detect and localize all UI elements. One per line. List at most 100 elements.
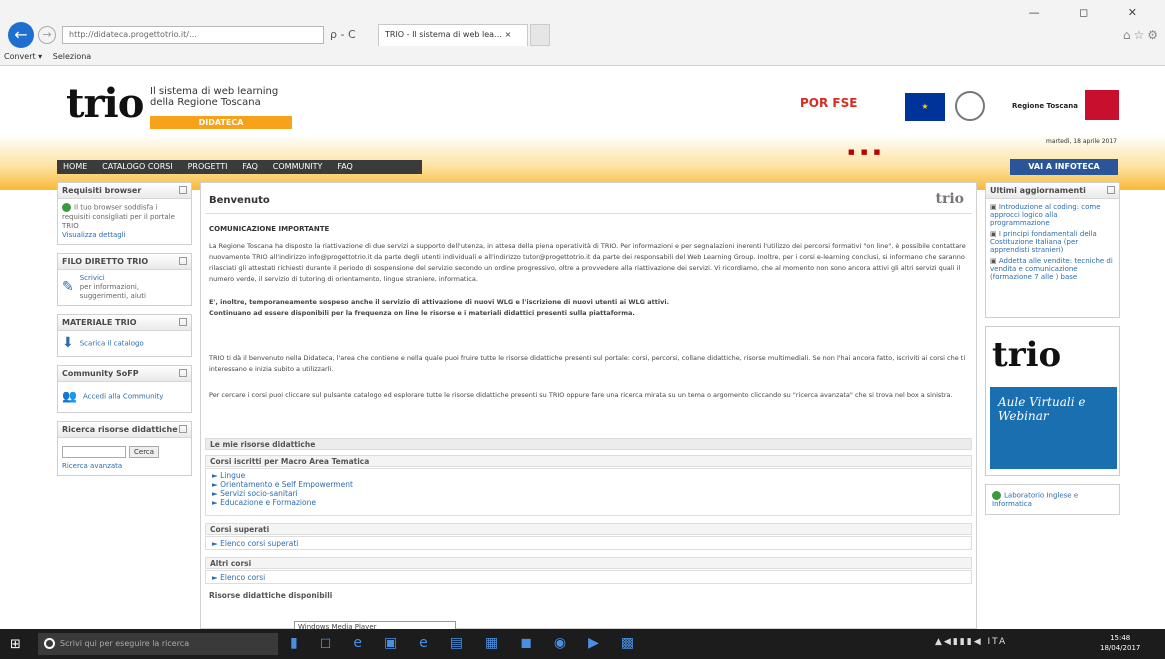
system-tray[interactable]: ▲◀▮▮▮◀ ITA [935, 637, 1007, 647]
elenco-superati-link[interactable]: ► Elenco corsi superati [212, 539, 965, 548]
site-subtitle: Il sistema di web learning della Regione… [150, 86, 278, 108]
clock-date: 18/04/2017 [1100, 644, 1141, 652]
news-item[interactable]: Introduzione al coding: come approcci lo… [990, 203, 1115, 227]
filo-text: per informazioni, suggerimenti, aiuti [79, 282, 146, 300]
mie-risorse-header: Le mie risorse didattiche [205, 438, 972, 450]
menu-catalogo[interactable]: CATALOGO CORSI [96, 160, 179, 173]
area-label[interactable]: Educazione e Formazione [220, 498, 316, 507]
por-fse-logo: POR FSE [800, 96, 857, 110]
new-tab-button[interactable] [530, 24, 550, 46]
check-icon [992, 491, 1001, 500]
subtitle-line1: Il sistema di web learning [150, 86, 279, 97]
ricerca-title: Ricerca risorse didattiche [58, 421, 191, 438]
search-input[interactable] [62, 445, 126, 458]
taskbar-search[interactable]: Scrivi qui per eseguire la ricerca [38, 633, 278, 655]
taskbar: ⊞ Scrivi qui per eseguire la ricerca ▮◻e… [0, 629, 1165, 659]
community-title-text: Community SoFP [62, 369, 139, 378]
regione-toscana-label: Regione Toscana [1012, 102, 1078, 110]
check-icon [62, 203, 71, 212]
aule-text: Aule Virtuali e Webinar [990, 387, 1117, 469]
materiale-box: MATERIALE TRIO ⬇ Scarica il catalogo [57, 313, 192, 357]
divider [205, 213, 972, 214]
community-title: Community SoFP [58, 366, 191, 382]
news-item[interactable]: Addetta alle vendite: tecniche di vendit… [990, 257, 1115, 281]
area-item[interactable]: ► Lingue [212, 471, 965, 480]
requisiti-link[interactable]: Visualizza dettagli [62, 231, 126, 239]
news-item[interactable]: I principi fondamentali della Costituzio… [990, 230, 1115, 254]
language-flags-icon[interactable]: ■ ■ ■ [848, 148, 882, 156]
site-header: trio Il sistema di web learning della Re… [0, 66, 1165, 190]
forward-arrow-icon[interactable]: → [38, 26, 56, 44]
lab-link[interactable]: Laboratorio Inglese e Informatica [992, 492, 1078, 509]
taskbar-search-placeholder: Scrivi qui per eseguire la ricerca [60, 639, 190, 648]
infoteca-button[interactable]: VAI A INFOTECA [1010, 159, 1118, 175]
main-menu: HOME CATALOGO CORSI PROGETTI FAQ COMMUNI… [57, 160, 422, 174]
materiale-title-text: MATERIALE TRIO [62, 317, 137, 327]
collapse-icon[interactable] [179, 424, 187, 433]
risorse-disponibili-header: Risorse didattiche disponibili [205, 590, 972, 602]
filo-title: FILO DIRETTO TRIO [58, 253, 191, 270]
news-box: Ultimi aggiornamenti Introduzione al cod… [985, 182, 1120, 318]
advanced-search-link[interactable]: Ricerca avanzata [62, 462, 122, 470]
requisiti-text: Il tuo browser soddisfa i requisiti cons… [62, 203, 175, 230]
news-title-text: Ultimi aggiornamenti [990, 186, 1086, 195]
menu-home[interactable]: HOME [57, 160, 93, 173]
browser-chrome: ← → http://didateca.progettotrio.it/… ρ … [0, 0, 1165, 66]
area-item[interactable]: ► Educazione e Formazione [212, 498, 965, 507]
altri-list: ► Elenco corsi [205, 570, 972, 584]
trio-logo[interactable]: trio [66, 80, 144, 127]
aule-logo: trio [992, 335, 1062, 375]
area-label[interactable]: Servizi socio-sanitari [220, 489, 298, 498]
area-label[interactable]: Lingue [220, 471, 245, 480]
filo-title-text: FILO DIRETTO TRIO [62, 256, 149, 266]
web-page: trio Il sistema di web learning della Re… [0, 66, 1165, 629]
regione-flag-icon [1085, 90, 1119, 120]
didateca-label: DIDATECA [150, 116, 292, 129]
back-arrow-icon[interactable]: ← [8, 22, 34, 48]
search-button[interactable]: Cerca [129, 445, 160, 458]
windows-start-icon[interactable]: ⊞ [10, 637, 21, 652]
lab-box[interactable]: Laboratorio Inglese e Informatica [985, 484, 1120, 515]
area-item[interactable]: ► Orientamento e Self Empowerment [212, 480, 965, 489]
download-icon: ⬇ [62, 334, 74, 351]
notice-paragraph-3: Continuano ad essere disponibili per la … [209, 309, 635, 317]
taskbar-clock[interactable]: 15:48 18/04/2017 [1100, 633, 1140, 653]
elenco-corsi-label[interactable]: Elenco corsi [220, 573, 265, 582]
right-sidebar: Ultimi aggiornamenti Introduzione al cod… [985, 182, 1120, 523]
collapse-icon[interactable] [179, 369, 187, 377]
menu-faq-2[interactable]: FAQ [331, 160, 359, 173]
window-controls[interactable]: — ◻ ✕ [1029, 6, 1155, 19]
favorite-convert[interactable]: Convert ▾ [4, 52, 42, 61]
filo-box: FILO DIRETTO TRIO ✎ Scrivici per informaz… [57, 252, 192, 306]
requisiti-title-text: Requisiti browser [62, 186, 142, 195]
filo-link[interactable]: Scrivici [80, 274, 105, 282]
menu-progetti[interactable]: PROGETTI [182, 160, 234, 173]
news-title: Ultimi aggiornamenti [986, 183, 1119, 199]
ricerca-title-text: Ricerca risorse didattiche [62, 424, 178, 434]
collapse-icon[interactable] [1107, 186, 1115, 194]
tray-lang[interactable]: ITA [987, 637, 1007, 647]
menu-faq[interactable]: FAQ [236, 160, 264, 173]
elenco-corsi-link[interactable]: ► Elenco corsi [212, 573, 965, 582]
taskbar-apps[interactable]: ▮◻e▣e▤▦◼◉▶▩ [290, 635, 656, 651]
collapse-icon[interactable] [179, 317, 187, 326]
tooltip: Windows Media Player [294, 621, 456, 629]
favorites-star-icon[interactable]: ⌂☆⚙ [1123, 28, 1161, 42]
requisiti-box: Requisiti browser Il tuo browser soddisf… [57, 182, 192, 245]
menu-community[interactable]: COMMUNITY [267, 160, 329, 173]
community-link[interactable]: Accedi alla Community [83, 393, 164, 401]
address-bar[interactable]: http://didateca.progettotrio.it/… [62, 26, 324, 44]
area-label[interactable]: Orientamento e Self Empowerment [220, 480, 353, 489]
aule-virtuali-banner[interactable]: trio Aule Virtuali e Webinar [985, 326, 1120, 476]
area-item[interactable]: ► Servizi socio-sanitari [212, 489, 965, 498]
elenco-superati-label[interactable]: Elenco corsi superati [220, 539, 298, 548]
trio-small-logo: trio [935, 191, 965, 207]
page-title: Benvenuto [209, 195, 270, 206]
collapse-icon[interactable] [179, 186, 187, 194]
favorite-seleziona[interactable]: Seleziona [53, 52, 91, 61]
catalogo-link[interactable]: Scarica il catalogo [80, 339, 144, 347]
notice-paragraph-1: La Regione Toscana ha disposto la riatti… [209, 242, 966, 283]
collapse-icon[interactable] [179, 256, 187, 265]
browser-tab[interactable]: TRIO - Il sistema di web lea… × [378, 24, 528, 46]
search-reload-controls[interactable]: ρ - C [330, 26, 356, 44]
